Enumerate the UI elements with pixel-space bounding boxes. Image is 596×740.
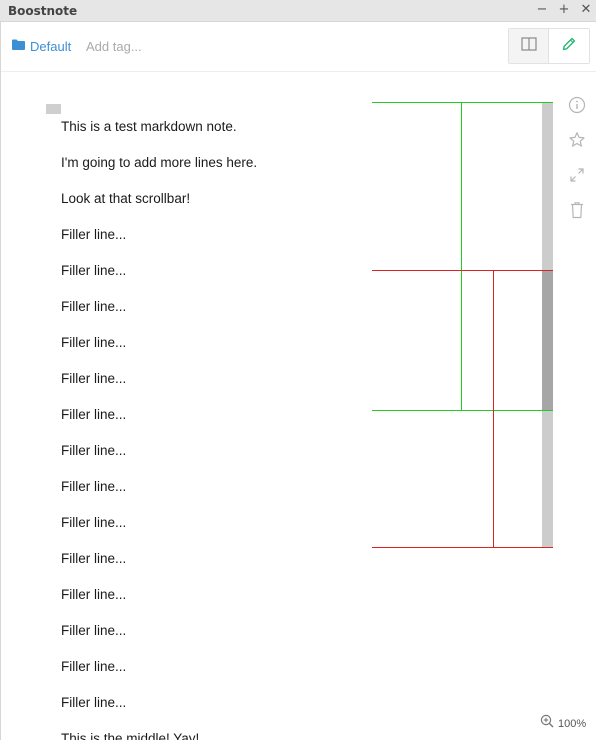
note-toolbar: Default (1, 22, 596, 72)
folder-selector[interactable]: Default (12, 38, 71, 54)
fullscreen-button[interactable] (566, 166, 588, 188)
red-annotation (372, 270, 553, 548)
editor-line: Filler line... (61, 335, 127, 350)
delete-button[interactable] (566, 201, 588, 223)
editor-line: I'm going to add more lines here. (61, 155, 258, 170)
editor-line: Filler line... (61, 371, 127, 386)
green-annotation (372, 102, 553, 411)
split-view-icon (520, 36, 537, 57)
zoom-label: 100% (558, 717, 587, 730)
split-view-button[interactable] (509, 29, 550, 63)
editor-line: Filler line... (61, 659, 127, 674)
minimize-button[interactable]: − (535, 2, 549, 18)
expand-icon (569, 167, 585, 188)
info-icon (568, 96, 586, 119)
editor-scrollbar-thumb[interactable] (542, 270, 553, 410)
editor-line: This is a test markdown note. (61, 119, 237, 134)
star-icon (568, 131, 586, 154)
folder-label: Default (30, 38, 72, 54)
zoom-icon (540, 714, 554, 733)
editor-gutter-marker (46, 104, 61, 114)
editor-line: Filler line... (61, 299, 127, 314)
folder-icon (12, 37, 25, 55)
editor-line: Look at that scrollbar! (61, 191, 191, 206)
editor-line: Filler line... (61, 623, 127, 638)
star-button[interactable] (566, 131, 588, 153)
edit-mode-button[interactable] (549, 29, 589, 63)
editor-line: Filler line... (61, 551, 127, 566)
info-button[interactable] (566, 96, 588, 118)
window-title: Boostnote (8, 4, 78, 18)
window-left-border (0, 22, 1, 740)
tag-input[interactable] (86, 36, 206, 56)
editor-line: Filler line... (61, 263, 127, 278)
window-titlebar: Boostnote − + ✕ (0, 0, 596, 22)
editor-line: Filler line... (61, 587, 127, 602)
editor-line: Filler line... (61, 227, 127, 242)
close-button[interactable]: ✕ (579, 2, 593, 18)
zoom-control[interactable]: 100% (540, 714, 586, 733)
editor-line: Filler line... (61, 695, 127, 710)
editor-line: Filler line... (61, 479, 127, 494)
editor-line: Filler line... (61, 515, 127, 530)
editor-line: This is the middle! Yay! (61, 731, 200, 740)
note-detail-sidebar (566, 96, 588, 236)
editor-line: Filler line... (61, 407, 127, 422)
editor-mode-toggle (508, 28, 590, 64)
pencil-icon (561, 36, 577, 57)
trash-icon (569, 201, 585, 224)
maximize-button[interactable]: + (557, 2, 571, 18)
editor-line: Filler line... (61, 443, 127, 458)
markdown-editor[interactable]: This is a test markdown note. I'm going t… (61, 100, 381, 740)
